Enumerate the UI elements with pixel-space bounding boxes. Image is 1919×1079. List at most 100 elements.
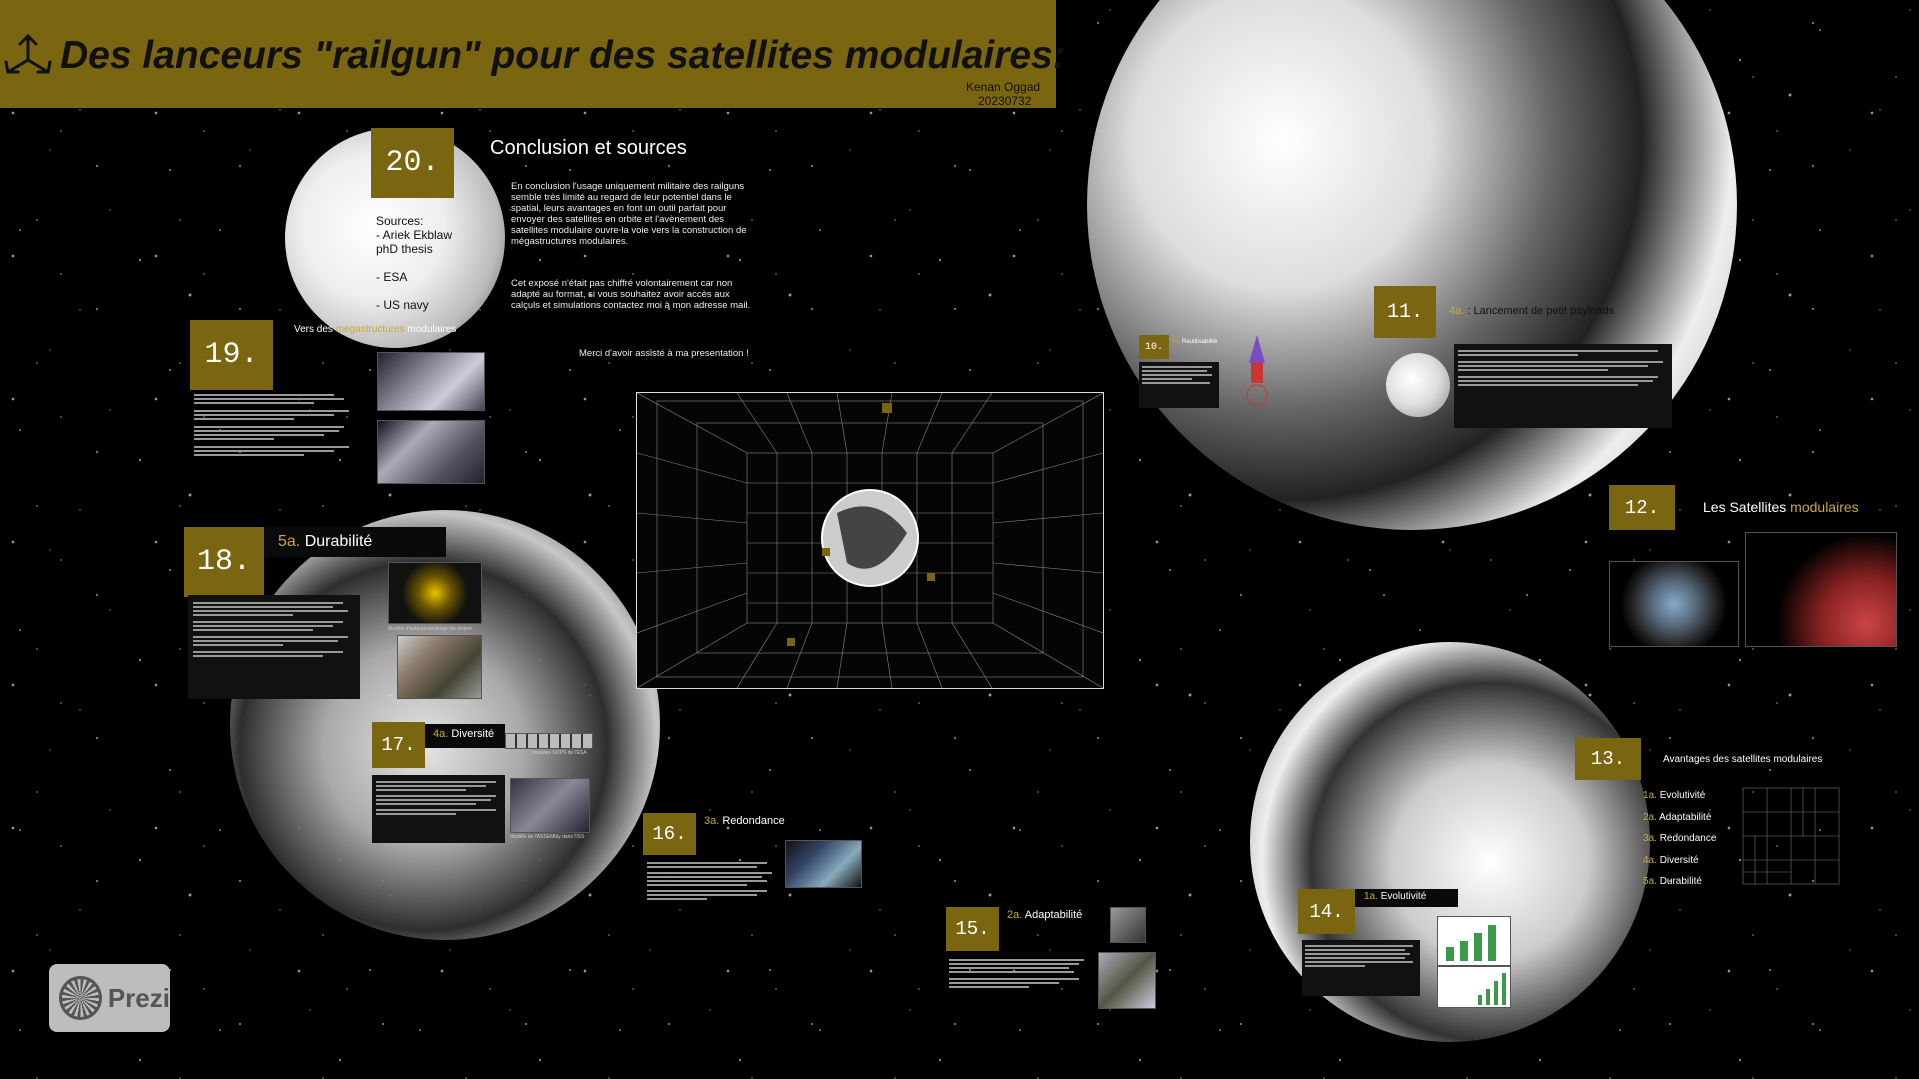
source-1: - Ariek Ekblaw phD thesis (376, 228, 453, 256)
modular-satellite-window-image (1609, 561, 1739, 647)
section-14-tag: 1a. (1364, 891, 1378, 902)
thanks-text: Merci d'avoir assisté à ma presentation … (579, 348, 749, 359)
satellite-redundancy-image (785, 840, 862, 888)
section-16-number[interactable]: 16. (643, 813, 696, 855)
section-18-tag: 5a. (278, 533, 301, 550)
presentation-date: 20230732 (978, 94, 1032, 108)
prezi-logo[interactable]: Prezi (49, 964, 170, 1032)
author-name: Kenan Oggad (966, 80, 1041, 94)
section-16-title: 3a. Redondance (704, 815, 785, 827)
advantage-tag: 2a. (1643, 811, 1657, 823)
section-11-body-text (1458, 348, 1668, 388)
section-16-body-text (647, 860, 777, 902)
section-18-body-text (193, 600, 353, 659)
section-15-title-text: Adaptabilité (1024, 909, 1083, 921)
advantage-tag: 4a. (1643, 854, 1657, 866)
section-19-body-text (194, 392, 354, 458)
section-16-tag: 3a. (704, 815, 720, 827)
advantage-tag: 1a. (1643, 790, 1657, 801)
advantage-item[interactable]: 5a. Durabilité (1643, 871, 1716, 893)
section-18-caption-2: robot de reparation extravehiculaire (392, 700, 471, 706)
growth-chart-image-2 (1437, 966, 1511, 1008)
section-15-title: 2a. Adaptabilité (1007, 909, 1082, 921)
section-13-title: Avantages des satellites modulaires (1663, 754, 1823, 765)
sops-modules-image (505, 733, 593, 749)
section-18-number[interactable]: 18. (184, 527, 264, 597)
section-19-title-highlight: megastructures (335, 324, 405, 335)
section-19-number[interactable]: 19. (190, 320, 273, 390)
section-10-title: 3a. Reutilisabilité (1172, 339, 1217, 345)
section-19-title-suffix: modulaires (404, 324, 457, 335)
prezi-logo-icon (59, 976, 102, 1020)
section-14-number[interactable]: 14. (1298, 889, 1355, 934)
advantage-item[interactable]: 4a. Diversité (1643, 850, 1716, 872)
section-11-title: 4a. : Lancement de petit payloads (1449, 305, 1614, 317)
payload-sphere-image (1386, 353, 1450, 417)
iss-image (377, 352, 485, 411)
repair-robot-image (397, 635, 482, 699)
section-20-number[interactable]: 20. (371, 128, 454, 198)
section-19-title-prefix: Vers des (294, 324, 336, 335)
conclusion-paragraph-2: Cet exposé n'était pas chiffré volontair… (511, 278, 751, 311)
assembly-iss-image (510, 778, 590, 833)
advantage-tag: 3a. (1643, 833, 1657, 844)
section-20-title: Conclusion et sources (490, 137, 687, 159)
section-17-number[interactable]: 17. (372, 722, 425, 768)
sources-heading: Sources: (376, 214, 424, 228)
launcher-diagram-image (1237, 333, 1277, 409)
section-19-title: Vers des megastructures modulaires (294, 324, 456, 335)
section-14-title: 1a. Evolutivité (1364, 891, 1426, 902)
fractal-grid-image (1741, 786, 1841, 886)
advantage-item[interactable]: 1a. Evolutivité (1643, 785, 1716, 807)
section-14-title-text: Evolutivité (1380, 891, 1427, 902)
section-18-title: 5a. Durabilité (278, 533, 372, 551)
prezi-logo-text: Prezi (107, 982, 170, 1013)
section-15-body-text (949, 957, 1089, 990)
section-11-tag: 4a. (1449, 305, 1465, 317)
advantage-item[interactable]: 2a. Adaptabilité (1643, 807, 1716, 829)
station-render-image (377, 420, 485, 484)
section-18-title-text: Durabilité (304, 533, 373, 550)
section-12-title-highlight: modulaires (1790, 499, 1859, 515)
section-17-caption-1: modules SOPS de l'ESA (532, 750, 587, 756)
section-11-title-text: : Lancement de petit payloads (1467, 305, 1615, 317)
section-10-body-text (1142, 364, 1216, 386)
conclusion-paragraph-1: En conclusion l'usage uniquement militai… (511, 181, 747, 247)
source-3: - US navy (376, 298, 429, 312)
section-12-title-prefix: Les Satellites (1703, 499, 1791, 515)
source-2: - ESA (376, 270, 408, 284)
section-13-number[interactable]: 13. (1575, 738, 1641, 780)
section-12-number[interactable]: 12. (1609, 485, 1675, 530)
section-15-number[interactable]: 15. (946, 907, 999, 951)
module-cube-image (1110, 907, 1146, 943)
advantage-label: Durabilité (1659, 876, 1702, 887)
section-17-caption-2: modèle de l'ASSEMbly dans l'ISS (510, 834, 585, 840)
section-17-title-text: Diversité (451, 728, 495, 740)
advantages-list: 1a. Evolutivité 2a. Adaptabilité 3a. Red… (1643, 785, 1716, 893)
presentation-logo-icon (2, 32, 54, 76)
section-11-number[interactable]: 11. (1374, 286, 1436, 338)
growth-chart-image-1 (1437, 916, 1511, 966)
section-15-tag: 2a. (1007, 909, 1023, 921)
section-10-title-text: Reutilisabilité (1182, 339, 1218, 345)
page-title: Des lanceurs "railgun" pour des satellit… (60, 34, 1066, 77)
advantage-label: Redondance (1659, 833, 1717, 844)
section-12-title: Les Satellites modulaires (1703, 499, 1859, 515)
advantage-label: Adaptabilité (1659, 811, 1712, 823)
modular-satellite-mars-image (1745, 532, 1897, 647)
section-16-title-text: Redondance (722, 815, 785, 827)
advantage-tag: 5a. (1643, 876, 1657, 887)
section-17-body-text (376, 779, 501, 817)
section-14-body-text (1305, 943, 1417, 969)
overview-map-frame[interactable] (636, 392, 1104, 689)
section-18-caption-1: Modèle d'auto-assemblage bio inspiré (388, 626, 473, 632)
advantage-item[interactable]: 3a. Redondance (1643, 828, 1716, 850)
advantage-label: Evolutivité (1659, 790, 1706, 801)
section-17-title: 4a. Diversité (433, 728, 494, 740)
astronaut-module-image (1098, 952, 1156, 1009)
section-10-tag: 3a. (1172, 339, 1181, 345)
section-17-tag: 4a. (433, 728, 449, 740)
self-assembly-image (388, 562, 482, 624)
advantage-label: Diversité (1659, 854, 1699, 866)
section-10-number[interactable]: 10. (1139, 335, 1169, 359)
